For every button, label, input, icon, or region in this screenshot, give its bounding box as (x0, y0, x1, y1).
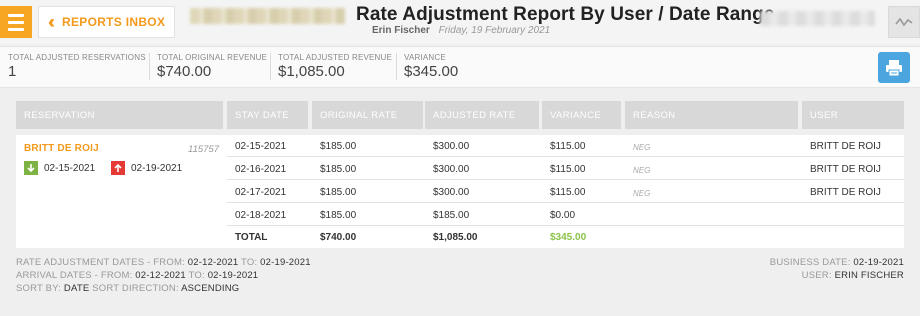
table-row: 02-16-2021 $185.00 $300.00 $115.00 NEG B… (227, 158, 904, 180)
print-button[interactable] (878, 52, 910, 83)
col-reservation: RESERVATION (16, 101, 223, 129)
menu-button[interactable] (0, 6, 32, 38)
table-body: BRITT DE ROIJ 115757 02-15-2021 02-19-20… (16, 135, 904, 248)
menu-icon (8, 13, 24, 17)
col-stay-date: STAY DATE (227, 101, 308, 129)
report-date: Friday, 19 February 2021 (438, 25, 551, 36)
redacted-text (760, 11, 875, 26)
top-bar: ‹‹ REPORTS INBOX Rate Adjustment Report … (0, 0, 920, 44)
stat-variance: VARIANCE $345.00 (396, 53, 458, 80)
arrival-dates: ARRIVAL DATES - FROM: 02-12-2021 TO: 02-… (16, 270, 259, 281)
stat-total-original-revenue: TOTAL ORIGINAL REVENUE $740.00 (149, 53, 267, 80)
rate-adjustment-dates: RATE ADJUSTMENT DATES - FROM: 02-12-2021… (16, 257, 311, 268)
chart-button[interactable] (888, 6, 920, 38)
table-row: 02-18-2021 $185.00 $185.00 $0.00 (227, 204, 904, 226)
redacted-logo (190, 8, 345, 24)
report-meta: BUSINESS DATE: 02-19-2021 USER: ERIN FIS… (770, 256, 904, 282)
arrow-up-icon (111, 161, 125, 175)
table-row: 02-17-2021 $185.00 $300.00 $115.00 NEG B… (227, 181, 904, 203)
double-chevron-left-icon: ‹‹ (48, 12, 55, 32)
reports-inbox-button[interactable]: ‹‹ REPORTS INBOX (38, 6, 175, 38)
report-criteria: RATE ADJUSTMENT DATES - FROM: 02-12-2021… (16, 256, 311, 295)
summary-stats: TOTAL ADJUSTED RESERVATIONS 1 TOTAL ORIG… (0, 46, 920, 88)
stat-total-adjusted-revenue: TOTAL ADJUSTED REVENUE $1,085.00 (270, 53, 392, 80)
page-subtitle: Erin Fischer Friday, 19 February 2021 (372, 25, 550, 36)
col-original-rate: ORIGINAL RATE (312, 101, 423, 129)
back-label: REPORTS INBOX (62, 15, 166, 29)
table-total-row: TOTAL $740.00 $1,085.00 $345.00 (235, 232, 587, 243)
col-adjusted-rate: ADJUSTED RATE (425, 101, 539, 129)
table-row: 02-15-2021 $185.00 $300.00 $115.00 NEG B… (227, 135, 904, 157)
arrow-down-icon (24, 161, 38, 175)
arrival-date: 02-15-2021 (24, 161, 95, 175)
business-date: BUSINESS DATE: 02-19-2021 (769, 257, 904, 268)
reservation-number: 115757 (188, 144, 219, 155)
col-user: USER (802, 101, 904, 129)
stat-total-adjusted-reservations: TOTAL ADJUSTED RESERVATIONS 1 (8, 53, 146, 80)
report-user: Erin Fischer (372, 25, 430, 36)
departure-date: 02-19-2021 (111, 161, 182, 175)
col-variance: VARIANCE (542, 101, 621, 129)
reservation-guest-link[interactable]: BRITT DE ROIJ (24, 143, 99, 154)
chart-line-icon (895, 17, 913, 27)
page-title: Rate Adjustment Report By User / Date Ra… (356, 4, 775, 25)
printer-icon (886, 59, 902, 76)
report-run-user: USER: ERIN FISCHER (801, 270, 904, 281)
col-reason: REASON (625, 101, 798, 129)
sort-settings: SORT BY: DATE SORT DIRECTION: ASCENDING (16, 283, 240, 294)
